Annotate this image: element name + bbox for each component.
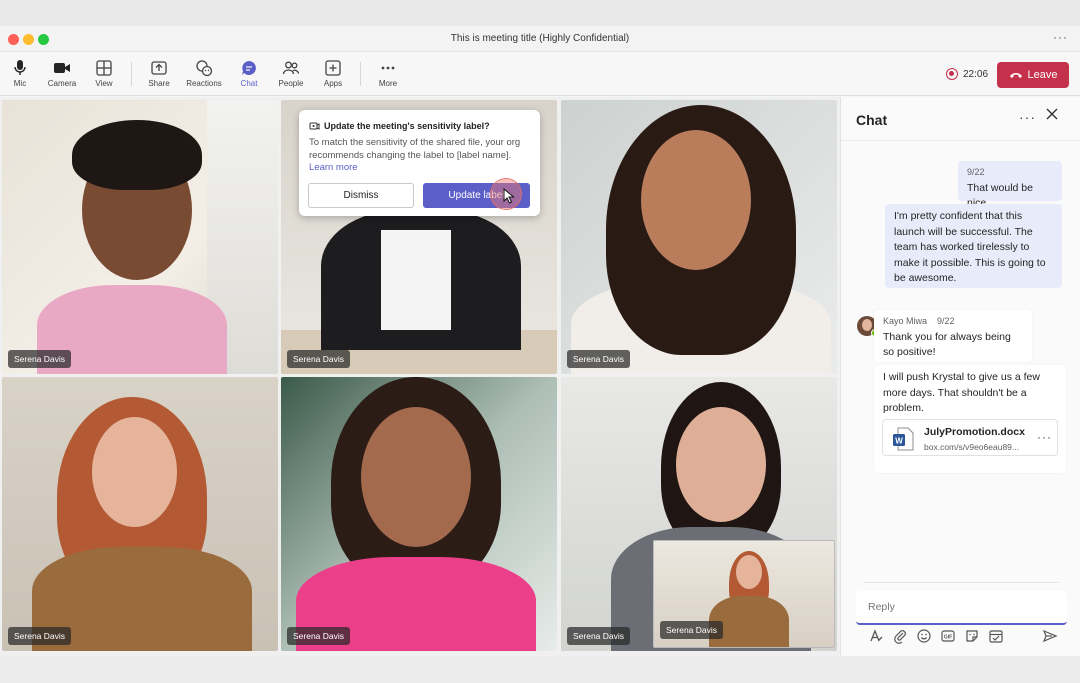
reply-input[interactable] [856,591,1067,623]
apps-button[interactable]: Apps [311,57,355,93]
more-button[interactable]: More [366,57,410,93]
word-document-icon: W [893,427,914,451]
learn-more-link[interactable]: Learn more [309,162,358,173]
participant-tile[interactable]: Serena Davis [561,100,837,374]
emoji-icon[interactable] [916,628,932,644]
participant-face [676,407,766,522]
screen-frame-bottom [0,656,1080,683]
camera-icon [54,63,70,73]
message-timestamp: 9/22 [937,316,955,326]
message-author: Kayo Miwa [883,316,928,326]
people-button[interactable]: People [269,57,313,93]
self-view-face [736,555,762,589]
phone-hangup-icon [1009,73,1022,78]
message-text: I'm pretty confident that this launch wi… [894,210,1046,284]
participant-tile[interactable]: Serena Davis Serena Davis [561,377,837,651]
chat-button[interactable]: Chat [227,57,271,93]
participant-name-tag: Serena Davis [287,350,351,368]
participant-face [641,130,751,270]
attach-icon[interactable] [892,628,908,644]
meeting-timer: 22:06 [963,69,989,80]
chat-message-sent: 9/22 That would be nice [958,161,1062,209]
popup-body-text: To match the sensitivity of the shared f… [309,137,521,161]
avatar-face [862,319,872,331]
schedule-icon[interactable] [988,628,1004,644]
view-button[interactable]: View [82,57,126,93]
file-attachment-card[interactable]: W JulyPromotion.docx box.com/s/v9eo6eau8… [882,419,1058,456]
chat-title: Chat [856,112,888,128]
reply-box[interactable] [856,591,1067,625]
share-icon [151,61,167,75]
mouse-pointer-icon [503,188,515,204]
participant-tile[interactable]: Serena Davis [281,377,557,651]
chat-message-received: Kayo Miwa 9/22 Thank you for always bein… [874,310,1032,362]
chat-icon [242,61,256,75]
participant-face [361,407,471,547]
share-button[interactable]: Share [137,57,181,93]
title-bar: This is meeting title (Highly Confidenti… [0,26,1080,52]
send-icon[interactable] [1042,628,1058,644]
recording-icon [946,68,958,80]
participant-blouse [381,230,451,330]
chat-panel: Chat ··· 9/22 That would be nice I'm pre… [840,97,1080,656]
self-view-name-tag: Serena Davis [660,621,724,639]
file-url: box.com/s/v9eo6eau89... [924,442,1019,452]
composer-divider [863,582,1059,583]
chat-header: Chat ··· [841,97,1080,141]
camera-button[interactable]: Camera [40,57,84,93]
file-name: JulyPromotion.docx [924,426,1025,438]
toolbar-divider [131,62,132,86]
window-title: This is meeting title (Highly Confidenti… [450,33,630,44]
format-icon[interactable] [868,628,884,644]
message-author-line: Kayo Miwa 9/22 [883,314,1023,330]
participant-tile[interactable]: Serena Davis [2,377,278,651]
more-icon [381,66,395,70]
sticker-icon[interactable] [964,628,980,644]
reactions-button[interactable]: Reactions [182,57,226,93]
people-icon [282,61,300,75]
screen-frame-top [0,0,1080,26]
participant-face [92,417,177,527]
popup-title: Update the meeting's sensitivity label? [324,120,490,131]
participant-tile[interactable]: Serena Davis [2,100,278,374]
message-text: Thank you for always being so positive! [883,330,1011,359]
dismiss-button[interactable]: Dismiss [308,183,414,208]
participant-name-tag: Serena Davis [567,627,631,645]
close-icon[interactable] [1045,107,1059,121]
toolbar-divider [360,62,361,86]
file-more-icon[interactable]: ··· [1037,430,1052,444]
compose-toolbar: GIF [856,628,1067,646]
gif-icon[interactable]: GIF [940,628,956,644]
grid-icon [96,60,112,76]
apps-icon [325,60,341,76]
message-text: I will push Krystal to give us a few mor… [883,371,1040,414]
participant-name-tag: Serena Davis [287,627,351,645]
svg-text:GIF: GIF [944,635,952,641]
window-more-icon[interactable]: ··· [1053,30,1068,44]
reactions-icon [196,60,213,77]
sensitivity-label-icon [309,122,320,130]
chat-message-sent: I'm pretty confident that this launch wi… [885,204,1062,288]
leave-button[interactable]: Leave [997,62,1069,88]
mic-button[interactable]: Mic [0,57,42,93]
message-timestamp: 9/22 [967,167,985,177]
participant-name-tag: Serena Davis [8,627,72,645]
self-view-tile[interactable]: Serena Davis [653,540,835,648]
svg-text:W: W [895,437,903,446]
participant-name-tag: Serena Davis [8,350,72,368]
mic-icon [14,60,26,75]
chat-more-icon[interactable]: ··· [1019,109,1036,125]
participant-name-tag: Serena Davis [567,350,631,368]
participant-hair [72,120,202,190]
meeting-toolbar: Mic Camera View Share Reactions Chat Peo… [0,52,1080,96]
